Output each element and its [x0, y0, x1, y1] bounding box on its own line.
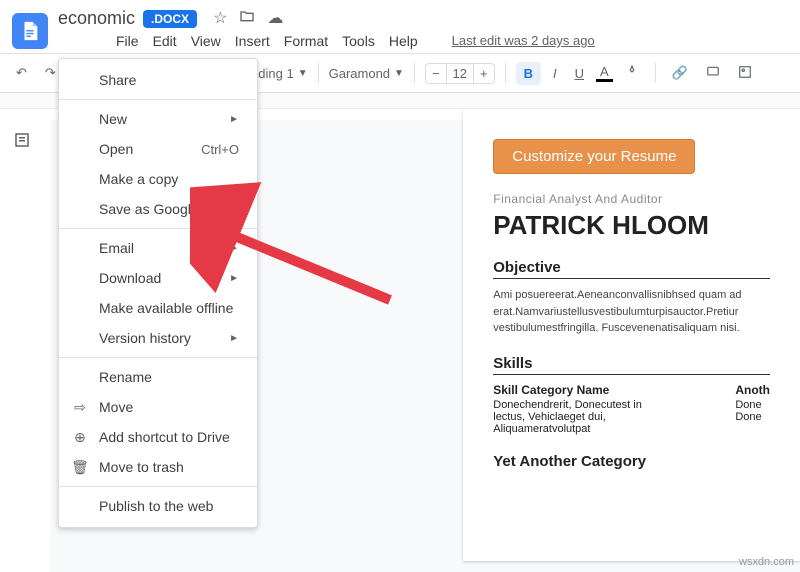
watermark: wsxdn.com	[739, 556, 794, 568]
menu-share[interactable]: Share	[59, 65, 257, 95]
font-selector[interactable]: Garamond▼	[329, 66, 404, 81]
menu-make-copy[interactable]: Make a copy	[59, 164, 257, 194]
skill1-name: Skill Category Name	[493, 383, 675, 397]
menu-email[interactable]: Email►	[59, 233, 257, 263]
font-size-plus[interactable]: +	[474, 64, 494, 83]
objective-text: Ami posuereerat.Aeneanconvallisnibhsed q…	[493, 287, 770, 337]
menu-insert[interactable]: Insert	[235, 33, 270, 49]
undo-icon[interactable]: ↶	[10, 61, 33, 85]
docs-logo[interactable]	[12, 13, 48, 49]
move-folder-icon[interactable]	[239, 8, 255, 29]
skill2-name: Anoth	[735, 383, 770, 397]
file-menu-dropdown: Share New► OpenCtrl+O Make a copy Save a…	[58, 58, 258, 528]
objective-heading: Objective	[493, 259, 770, 279]
yet-another-heading: Yet Another Category	[493, 453, 770, 472]
skill1-body: Donechendrerit, Donecutest in lectus, Ve…	[493, 399, 675, 435]
trash-icon: 🗑	[71, 459, 89, 476]
menu-offline[interactable]: Make available offline	[59, 293, 257, 323]
menu-move-to-trash[interactable]: 🗑Move to trash	[59, 452, 257, 482]
italic-button[interactable]: I	[547, 62, 563, 85]
menu-move[interactable]: ⇨Move	[59, 392, 257, 422]
last-edit-link[interactable]: Last edit was 2 days ago	[452, 33, 595, 49]
resume-name: PATRICK HLOOM	[493, 210, 770, 241]
menu-tools[interactable]: Tools	[342, 33, 375, 49]
underline-button[interactable]: U	[569, 62, 590, 85]
add-shortcut-icon: ⊕	[71, 429, 89, 446]
link-icon[interactable]: 🔗	[666, 61, 694, 85]
menu-new[interactable]: New►	[59, 104, 257, 134]
font-size-value[interactable]: 12	[446, 64, 474, 83]
menu-file[interactable]: File	[116, 33, 139, 49]
star-icon[interactable]: ☆	[213, 8, 227, 29]
bold-button[interactable]: B	[516, 62, 541, 85]
docx-badge: .DOCX	[143, 10, 197, 28]
font-size-minus[interactable]: −	[426, 64, 446, 83]
menu-view[interactable]: View	[191, 33, 221, 49]
menu-save-as-google-docs[interactable]: Save as Google Docs	[59, 194, 257, 224]
text-color-button[interactable]: A	[596, 64, 613, 82]
font-size-control[interactable]: − 12 +	[425, 63, 495, 84]
skills-heading: Skills	[493, 355, 770, 375]
customize-resume-button[interactable]: Customize your Resume	[493, 139, 695, 174]
menu-format[interactable]: Format	[284, 33, 328, 49]
folder-move-icon: ⇨	[71, 399, 89, 416]
menu-edit[interactable]: Edit	[153, 33, 177, 49]
menu-help[interactable]: Help	[389, 33, 418, 49]
menu-rename[interactable]: Rename	[59, 362, 257, 392]
submenu-arrow-icon: ►	[229, 114, 239, 125]
comment-icon[interactable]	[700, 61, 726, 86]
submenu-arrow-icon: ►	[229, 333, 239, 344]
menu-version-history[interactable]: Version history►	[59, 323, 257, 353]
outline-icon[interactable]	[7, 125, 37, 155]
document-title[interactable]: economic	[58, 8, 135, 29]
skill2-body: Done Done	[735, 399, 770, 423]
document-page[interactable]: Customize your Resume Financial Analyst …	[463, 109, 800, 561]
menu-download[interactable]: Download►	[59, 263, 257, 293]
menu-publish[interactable]: Publish to the web	[59, 491, 257, 521]
menu-add-shortcut[interactable]: ⊕Add shortcut to Drive	[59, 422, 257, 452]
menu-open[interactable]: OpenCtrl+O	[59, 134, 257, 164]
submenu-arrow-icon: ►	[229, 243, 239, 254]
cloud-icon[interactable]: ☁	[267, 8, 283, 29]
image-icon[interactable]	[732, 61, 758, 86]
resume-subtitle: Financial Analyst And Auditor	[493, 192, 770, 206]
highlight-button[interactable]	[619, 61, 645, 86]
submenu-arrow-icon: ►	[229, 273, 239, 284]
